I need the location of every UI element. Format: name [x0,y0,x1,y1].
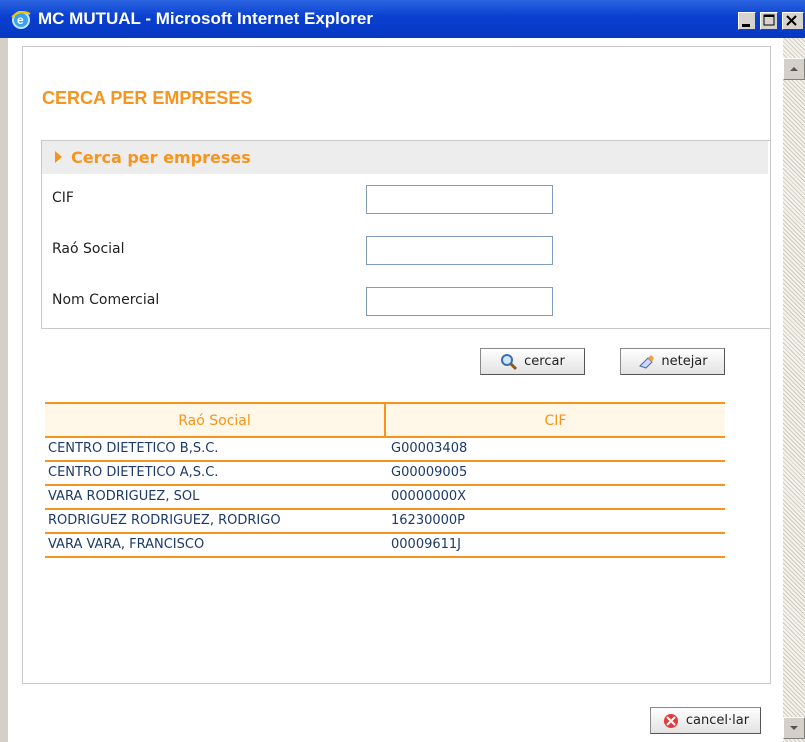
row-company-name[interactable]: CENTRO DIETETICO B,S.C. [48,438,218,460]
table-row[interactable]: VARA VARA, FRANCISCO 00009611J [45,534,725,558]
column-header-cif[interactable]: CIF [386,404,725,437]
search-section-title: Cerca per empreses [71,148,251,167]
window-titlebar[interactable]: e MC MUTUAL - Microsoft Internet Explore… [0,0,805,38]
table-row[interactable]: RODRIGUEZ RODRIGUEZ, RODRIGO 16230000P [45,510,725,534]
minimize-button[interactable] [738,12,756,30]
search-button[interactable]: cercar [480,348,585,375]
row-cif: 00000000X [391,489,467,504]
close-icon [786,15,797,26]
row-cif: G00009005 [391,465,468,480]
maximize-icon [763,14,775,26]
row-company-name[interactable]: RODRIGUEZ RODRIGUEZ, RODRIGO [48,510,281,532]
nom-comercial-input[interactable] [366,287,553,316]
maximize-button[interactable] [760,12,778,30]
clear-button-label: netejar [661,354,708,369]
row-cif: 00009611J [391,537,462,552]
scroll-up-button[interactable] [783,58,805,80]
cancel-button[interactable]: cancel·lar [650,707,761,734]
cancel-button-label: cancel·lar [685,713,750,728]
nom-comercial-label: Nom Comercial [52,292,160,308]
close-button[interactable] [782,12,804,30]
row-cif: 16230000P [391,513,466,528]
row-cif: G00003408 [391,441,468,456]
cif-label: CIF [52,190,74,206]
expand-arrow-icon [55,151,62,163]
clear-button[interactable]: netejar [620,348,725,375]
search-button-label: cercar [524,354,565,369]
ie-logo-icon: e [10,9,32,29]
table-row[interactable]: VARA RODRIGUEZ, SOL 00000000X [45,486,725,510]
window-title: MC MUTUAL - Microsoft Internet Explorer [38,9,373,28]
search-section-header[interactable]: Cerca per empreses [42,141,768,174]
minimize-icon [742,24,750,27]
page-title: CERCA PER EMPRESES [42,88,253,108]
vertical-scrollbar[interactable] [783,38,805,742]
scroll-up-icon [790,67,798,71]
row-company-name[interactable]: VARA VARA, FRANCISCO [48,534,204,556]
table-row[interactable]: CENTRO DIETETICO A,S.C. G00009005 [45,462,725,486]
rao-social-input[interactable] [366,236,553,265]
row-company-name[interactable]: CENTRO DIETETICO A,S.C. [48,462,218,484]
eraser-icon [639,354,655,369]
magnifier-icon [501,353,518,370]
svg-text:e: e [17,13,24,27]
rao-social-label: Raó Social [52,241,125,257]
cif-input[interactable] [366,185,553,214]
row-company-name[interactable]: VARA RODRIGUEZ, SOL [48,486,199,508]
table-row[interactable]: CENTRO DIETETICO B,S.C. G00003408 [45,438,725,462]
scroll-down-icon [790,726,798,730]
column-header-rao-social[interactable]: Raó Social [45,404,384,437]
cancel-icon [663,713,678,728]
scroll-down-button[interactable] [783,717,805,739]
